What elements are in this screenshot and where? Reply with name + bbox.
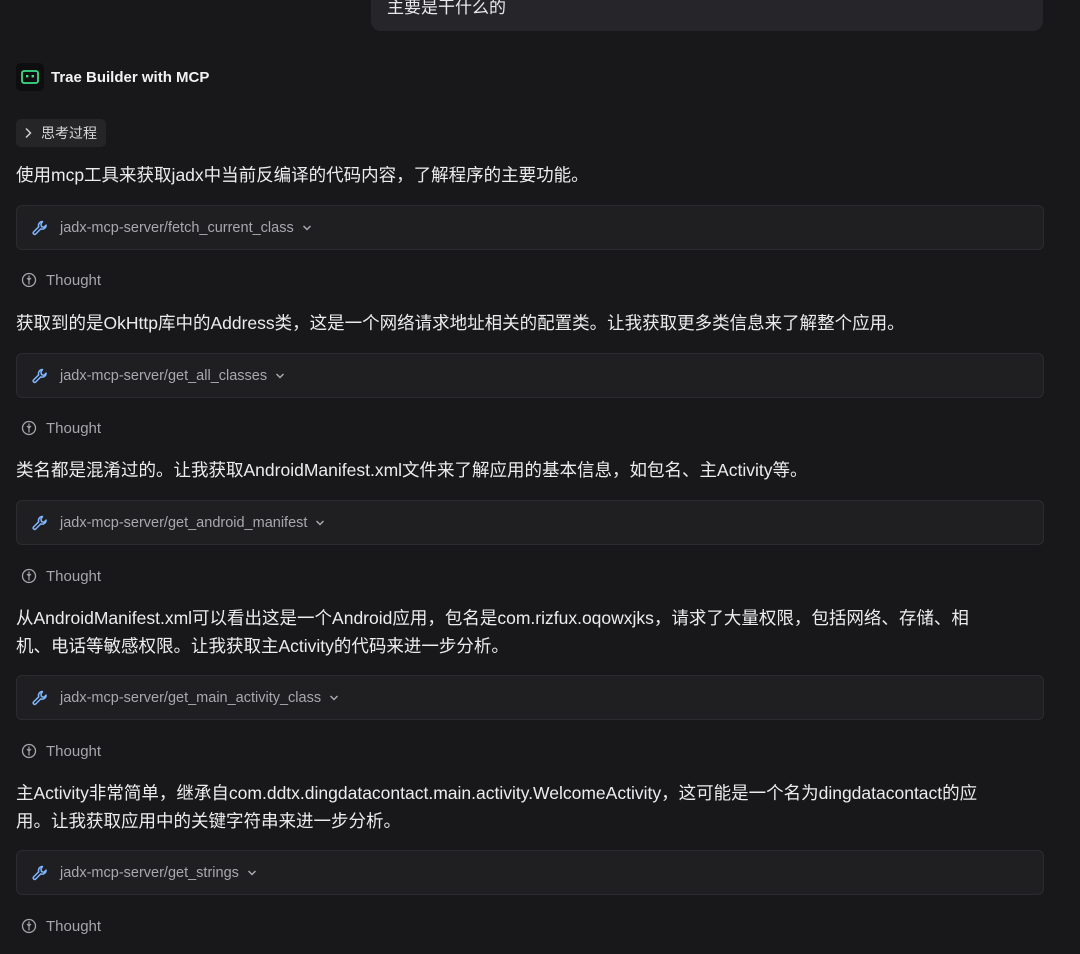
- thinking-process-label: 思考过程: [41, 125, 97, 141]
- thought-toggle[interactable]: Thought: [21, 740, 101, 762]
- agent-name: Trae Builder with MCP: [51, 68, 210, 86]
- tool-call-get-all-classes[interactable]: jadx-mcp-server/get_all_classes: [16, 353, 1044, 398]
- thought-toggle[interactable]: Thought: [21, 915, 101, 937]
- tool-name: jadx-mcp-server/get_main_activity_class: [60, 689, 322, 706]
- wrench-icon: [31, 514, 49, 532]
- thought-toggle[interactable]: Thought: [21, 565, 101, 587]
- step-2-text: 获取到的是OkHttp库中的Address类，这是一个网络请求地址相关的配置类。…: [16, 313, 905, 333]
- tool-name: jadx-mcp-server/get_strings: [60, 864, 239, 881]
- chevron-down-icon: [247, 869, 257, 877]
- tool-call-get-main-activity-class[interactable]: jadx-mcp-server/get_main_activity_class: [16, 675, 1044, 720]
- thought-toggle[interactable]: Thought: [21, 269, 101, 291]
- wrench-icon: [31, 864, 49, 882]
- wrench-icon: [31, 689, 49, 707]
- thought-label: Thought: [46, 419, 102, 437]
- thought-label: Thought: [46, 742, 102, 760]
- tool-call-get-strings[interactable]: jadx-mcp-server/get_strings: [16, 850, 1044, 895]
- thought-toggle[interactable]: Thought: [21, 417, 101, 439]
- thought-label: Thought: [46, 271, 102, 289]
- lightbulb-icon: [21, 568, 37, 584]
- thought-label: Thought: [46, 917, 102, 935]
- chevron-down-icon: [315, 519, 325, 527]
- chat-panel: 主要是干什么的 Trae Builder with MCP 思考过程 使用mcp…: [0, 0, 1080, 954]
- step-4-text: 从AndroidManifest.xml可以看出这是一个Android应用，包名…: [16, 604, 1056, 660]
- user-message-bubble: 主要是干什么的: [371, 0, 1043, 31]
- step-4-text-line-1: 从AndroidManifest.xml可以看出这是一个Android应用，包名…: [16, 608, 969, 628]
- step-1-text: 使用mcp工具来获取jadx中当前反编译的代码内容，了解程序的主要功能。: [16, 165, 589, 185]
- thinking-process-toggle[interactable]: 思考过程: [16, 119, 106, 147]
- step-4-text-line-2: 机、电话等敏感权限。让我获取主Activity的代码来进一步分析。: [16, 636, 509, 656]
- chevron-down-icon: [329, 694, 339, 702]
- tool-name: jadx-mcp-server/get_android_manifest: [60, 514, 308, 531]
- tool-call-get-android-manifest[interactable]: jadx-mcp-server/get_android_manifest: [16, 500, 1044, 545]
- thought-label: Thought: [46, 567, 102, 585]
- lightbulb-icon: [21, 420, 37, 436]
- wrench-icon: [31, 219, 49, 237]
- step-3-text: 类名都是混淆过的。让我获取AndroidManifest.xml文件来了解应用的…: [16, 460, 808, 480]
- step-5-text-line-1: 主Activity非常简单，继承自com.ddtx.dingdatacontac…: [16, 783, 978, 803]
- user-message-text: 主要是干什么的: [387, 0, 506, 17]
- lightbulb-icon: [21, 272, 37, 288]
- step-5-text: 主Activity非常简单，继承自com.ddtx.dingdatacontac…: [16, 779, 1056, 835]
- wrench-icon: [31, 367, 49, 385]
- robot-icon: [16, 63, 44, 91]
- step-5-text-line-2: 用。让我获取应用中的关键字符串来进一步分析。: [16, 811, 401, 831]
- tool-call-fetch-current-class[interactable]: jadx-mcp-server/fetch_current_class: [16, 205, 1044, 250]
- chevron-down-icon: [275, 372, 285, 380]
- lightbulb-icon: [21, 743, 37, 759]
- lightbulb-icon: [21, 918, 37, 934]
- agent-header: Trae Builder with MCP: [16, 63, 209, 91]
- chevron-right-icon: [24, 127, 33, 139]
- chevron-down-icon: [302, 224, 312, 232]
- tool-name: jadx-mcp-server/fetch_current_class: [60, 219, 294, 236]
- tool-name: jadx-mcp-server/get_all_classes: [60, 367, 268, 384]
